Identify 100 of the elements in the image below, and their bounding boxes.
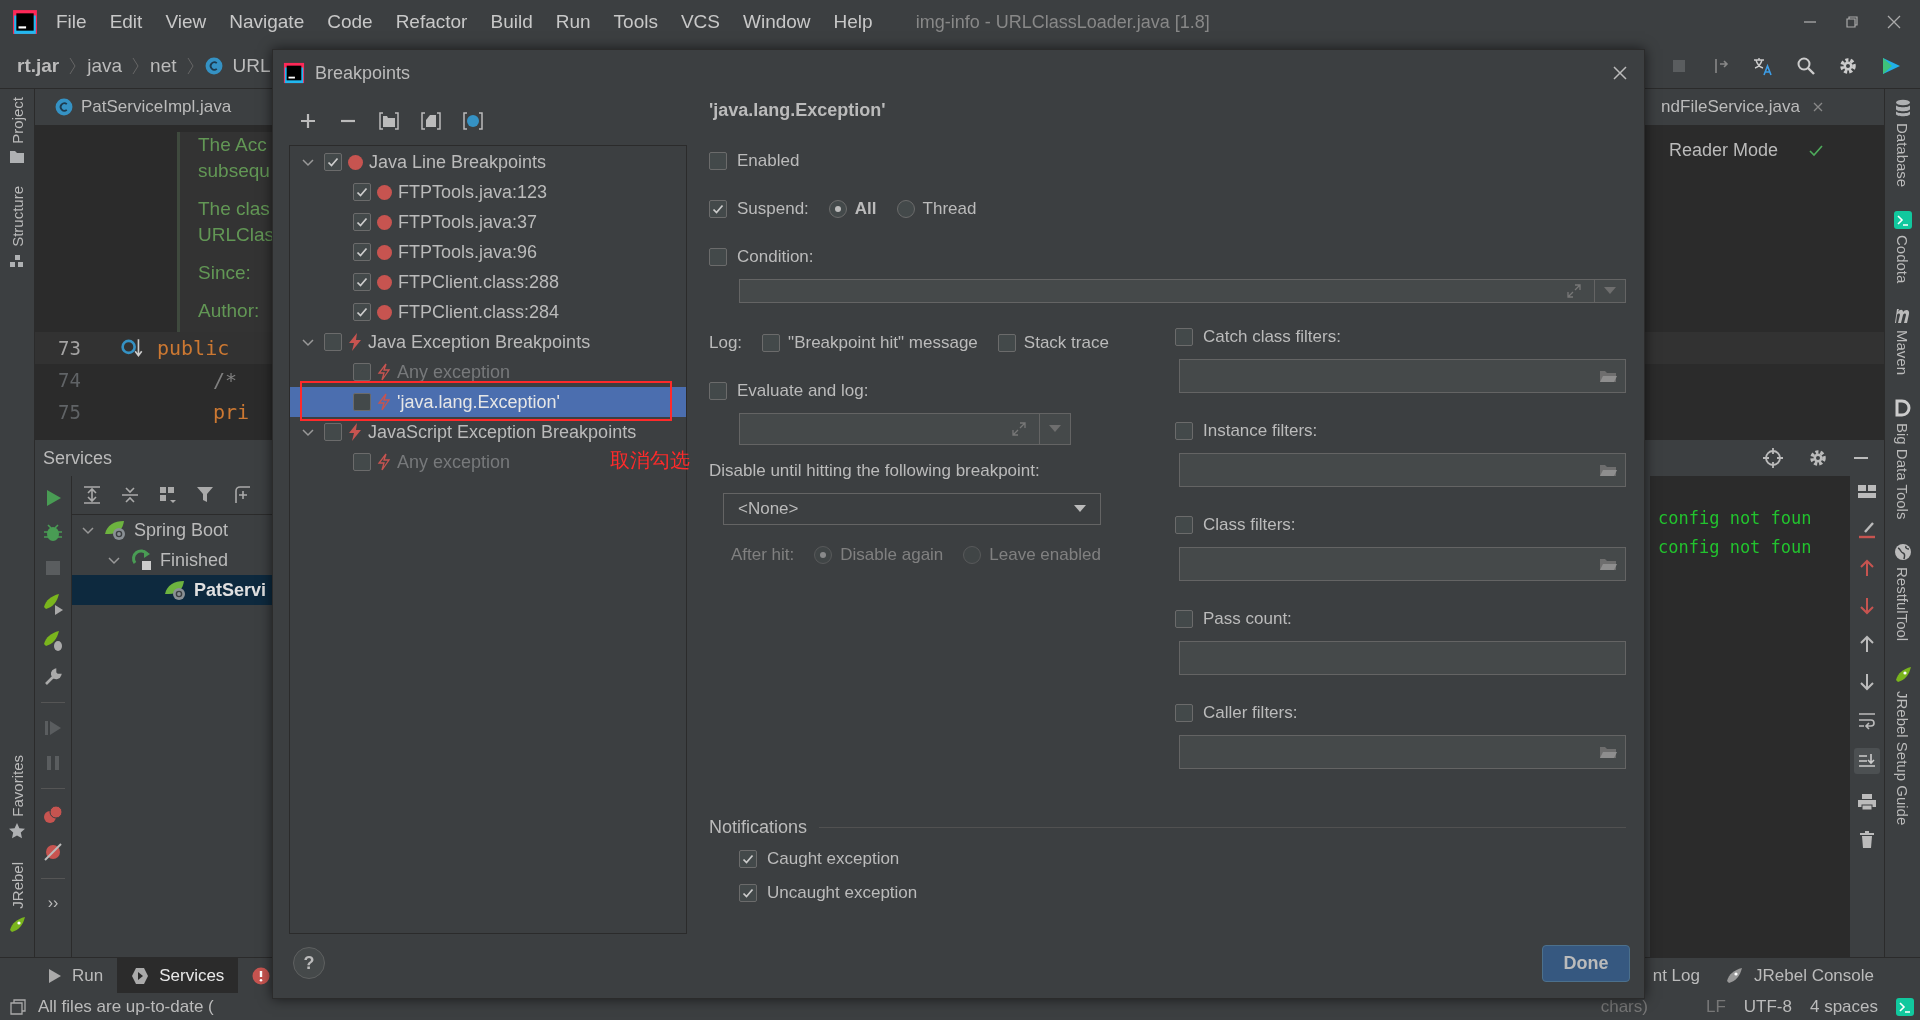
breadcrumb-item[interactable]: URL (232, 55, 271, 77)
checkbox[interactable] (997, 334, 1016, 352)
chevron-icon[interactable] (302, 336, 314, 349)
filter-field[interactable] (1179, 453, 1626, 487)
breadcrumb-item[interactable]: net (150, 55, 177, 77)
checkbox[interactable] (709, 200, 727, 218)
expand-icon[interactable] (1011, 421, 1027, 437)
chevron-icon[interactable] (82, 524, 94, 536)
wrap-icon[interactable] (1857, 710, 1877, 730)
rocket-icon[interactable] (42, 630, 64, 652)
tree-item[interactable]: Finished (160, 549, 229, 571)
checkbox[interactable] (324, 423, 342, 442)
menu-item[interactable]: Edit (109, 11, 143, 33)
clear-icon[interactable] (1857, 520, 1877, 540)
chevron-icon[interactable] (302, 156, 314, 169)
menu-item[interactable]: Run (555, 11, 591, 33)
chevron-icon[interactable] (302, 426, 314, 439)
tool-window-tab[interactable]: Maven (1894, 329, 1911, 375)
tool-window-tab[interactable]: JRebel Console (1754, 965, 1874, 986)
checkbox[interactable] (1175, 422, 1193, 440)
tool-window-tab[interactable]: JRebel Setup Guide (1894, 691, 1911, 826)
scroll-to-end-icon[interactable] (1854, 748, 1880, 774)
folder-icon[interactable] (1599, 557, 1617, 571)
group-by-package-icon[interactable] (379, 111, 399, 130)
arrow-up-icon[interactable] (1858, 634, 1876, 654)
checkbox[interactable] (709, 152, 727, 170)
rocket-icon[interactable] (42, 593, 64, 615)
editor-tab[interactable]: ndFileService.java (1661, 97, 1800, 117)
menu-item[interactable]: Build (490, 11, 533, 33)
close-icon[interactable] (1612, 65, 1628, 81)
editor-tab[interactable]: PatServiceImpl.java (81, 97, 232, 117)
trash-icon[interactable] (1858, 830, 1876, 850)
tool-window-tab[interactable]: Structure (8, 185, 26, 247)
translate-icon[interactable] (1752, 55, 1774, 77)
add-service-icon[interactable] (234, 485, 252, 505)
evaluate-field[interactable] (739, 413, 1071, 445)
settings-icon[interactable] (1808, 448, 1828, 468)
close-icon[interactable] (1812, 101, 1824, 113)
group-by-class-icon[interactable] (463, 111, 483, 130)
tree-item[interactable]: Spring Boot (134, 519, 229, 541)
checkbox[interactable] (709, 248, 727, 266)
checkbox[interactable] (739, 884, 757, 902)
checkbox[interactable] (709, 382, 727, 400)
override-icon[interactable] (121, 336, 145, 360)
checkbox[interactable] (762, 334, 781, 352)
error-icon[interactable] (252, 966, 271, 985)
arrow-up-icon[interactable] (1858, 558, 1876, 578)
tool-window-tab[interactable]: Services (117, 958, 239, 993)
filter-field[interactable] (1179, 641, 1626, 675)
tree-item[interactable]: FTPClient.class:288 (398, 271, 560, 293)
arrow-down-icon[interactable] (1858, 672, 1876, 692)
tree-item[interactable]: FTPTools.java:123 (398, 181, 548, 203)
menu-item[interactable]: Window (743, 11, 811, 33)
radio-button[interactable] (828, 200, 847, 218)
condition-field[interactable] (739, 279, 1626, 303)
checkbox[interactable] (1175, 516, 1193, 534)
menu-item[interactable]: VCS (680, 11, 720, 33)
tool-window-tab[interactable]: JRebel (8, 862, 26, 909)
menu-item[interactable]: Help (833, 11, 873, 33)
filter-field[interactable] (1179, 735, 1626, 769)
menu-item[interactable]: View (165, 11, 207, 33)
tool-window-tab[interactable]: Database (1894, 123, 1911, 188)
checkbox[interactable] (353, 213, 371, 232)
folder-icon[interactable] (1599, 463, 1617, 477)
tree-item[interactable]: Java Exception Breakpoints (368, 331, 591, 353)
checkbox[interactable] (1175, 610, 1193, 628)
breadcrumb-item[interactable]: java (87, 55, 123, 77)
plugin-logo-icon[interactable] (1880, 55, 1902, 77)
tool-window-tab[interactable]: nt Log (1652, 965, 1700, 986)
breakpoints-icon[interactable] (42, 804, 64, 826)
tree-item[interactable]: FTPTools.java:96 (398, 241, 538, 263)
tool-window-tab[interactable]: Codota (1894, 235, 1911, 284)
checkbox[interactable] (353, 273, 371, 292)
tree-item[interactable]: FTPClient.class:284 (398, 301, 560, 323)
tool-window-tab[interactable]: Favorites (8, 754, 26, 817)
indent-setting[interactable]: 4 spaces (1809, 996, 1878, 1017)
group-by-file-icon[interactable] (421, 111, 441, 130)
checkbox[interactable] (353, 303, 371, 322)
done-button[interactable]: Done (1542, 944, 1630, 982)
file-encoding[interactable]: UTF-8 (1743, 996, 1792, 1017)
menu-item[interactable]: Tools (613, 11, 658, 33)
settings-icon[interactable] (1838, 56, 1858, 76)
folder-icon[interactable] (1599, 369, 1617, 383)
checkbox[interactable] (1175, 704, 1193, 722)
checkbox[interactable] (324, 333, 342, 352)
chevron-icon[interactable] (108, 554, 120, 566)
expand-all-icon[interactable] (82, 485, 102, 505)
close-icon[interactable] (1886, 14, 1902, 30)
checkbox[interactable] (353, 183, 371, 202)
tree-item[interactable]: FTPTools.java:37 (398, 211, 538, 233)
add-icon[interactable] (299, 111, 317, 130)
menu-item[interactable]: Navigate (229, 11, 305, 33)
menu-item[interactable]: File (56, 11, 87, 33)
checkbox[interactable] (353, 243, 371, 262)
checkbox[interactable] (1175, 328, 1193, 346)
print-icon[interactable] (1857, 792, 1877, 812)
tree-item[interactable]: Java Line Breakpoints (369, 151, 547, 173)
tool-window-tab[interactable]: Run (34, 958, 118, 993)
wrench-icon[interactable] (43, 667, 63, 687)
tool-window-tab[interactable]: Big Data Tools (1894, 422, 1911, 520)
